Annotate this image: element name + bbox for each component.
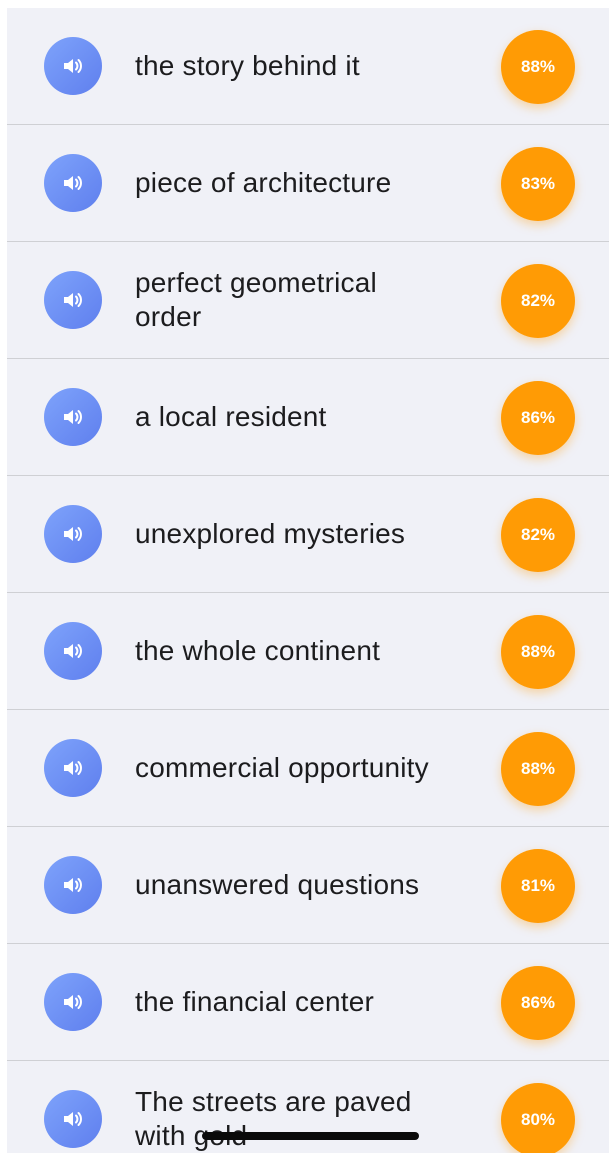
score-badge: 88%	[501, 615, 575, 689]
score-badge: 82%	[501, 498, 575, 572]
score-badge: 82%	[501, 264, 575, 338]
speaker-icon	[64, 1112, 82, 1126]
speaker-icon	[64, 293, 82, 307]
phrase-text: unanswered questions	[135, 869, 420, 900]
speaker-icon	[64, 176, 82, 190]
phrase-text: the financial center	[135, 986, 375, 1017]
phrase-text: commercial opportunity	[135, 752, 429, 783]
phrase-text: a local resident	[135, 401, 327, 432]
play-audio-button[interactable]	[44, 622, 102, 680]
play-audio-button[interactable]	[44, 1090, 102, 1148]
play-audio-button[interactable]	[44, 505, 102, 563]
play-audio-button[interactable]	[44, 388, 102, 446]
play-audio-button[interactable]	[44, 37, 102, 95]
score-badge: 80%	[501, 1083, 575, 1153]
phrase-text: unexplored mysteries	[135, 518, 406, 549]
play-audio-button[interactable]	[44, 973, 102, 1031]
speaker-icon	[64, 644, 82, 658]
list-item[interactable]: commercial opportunity 88%	[7, 710, 609, 827]
phrase-text: perfect geometrical order	[135, 267, 377, 332]
speaker-icon	[64, 410, 82, 424]
phrase-text: The streets are paved with gold	[135, 1086, 412, 1151]
home-indicator[interactable]	[202, 1132, 419, 1140]
phrase-text: the story behind it	[135, 50, 360, 81]
play-audio-button[interactable]	[44, 154, 102, 212]
speaker-icon	[64, 761, 82, 775]
play-audio-button[interactable]	[44, 739, 102, 797]
list-item[interactable]: unanswered questions 81%	[7, 827, 609, 944]
score-badge: 86%	[501, 966, 575, 1040]
play-audio-button[interactable]	[44, 856, 102, 914]
phrase-list: the story behind it 88% piece of archite…	[7, 8, 609, 1153]
speaker-icon	[64, 995, 82, 1009]
phrase-text: piece of architecture	[135, 167, 392, 198]
list-item[interactable]: the story behind it 88%	[7, 8, 609, 125]
list-item[interactable]: unexplored mysteries 82%	[7, 476, 609, 593]
list-item[interactable]: a local resident 86%	[7, 359, 609, 476]
score-badge: 88%	[501, 732, 575, 806]
score-badge: 81%	[501, 849, 575, 923]
list-item[interactable]: the whole continent 88%	[7, 593, 609, 710]
list-item[interactable]: perfect geometrical order 82%	[7, 242, 609, 359]
score-badge: 83%	[501, 147, 575, 221]
phrase-text: the whole continent	[135, 635, 381, 666]
speaker-icon	[64, 878, 82, 892]
speaker-icon	[64, 59, 82, 73]
score-badge: 88%	[501, 30, 575, 104]
list-item[interactable]: piece of architecture 83%	[7, 125, 609, 242]
list-item[interactable]: the financial center 86%	[7, 944, 609, 1061]
score-badge: 86%	[501, 381, 575, 455]
play-audio-button[interactable]	[44, 271, 102, 329]
speaker-icon	[64, 527, 82, 541]
